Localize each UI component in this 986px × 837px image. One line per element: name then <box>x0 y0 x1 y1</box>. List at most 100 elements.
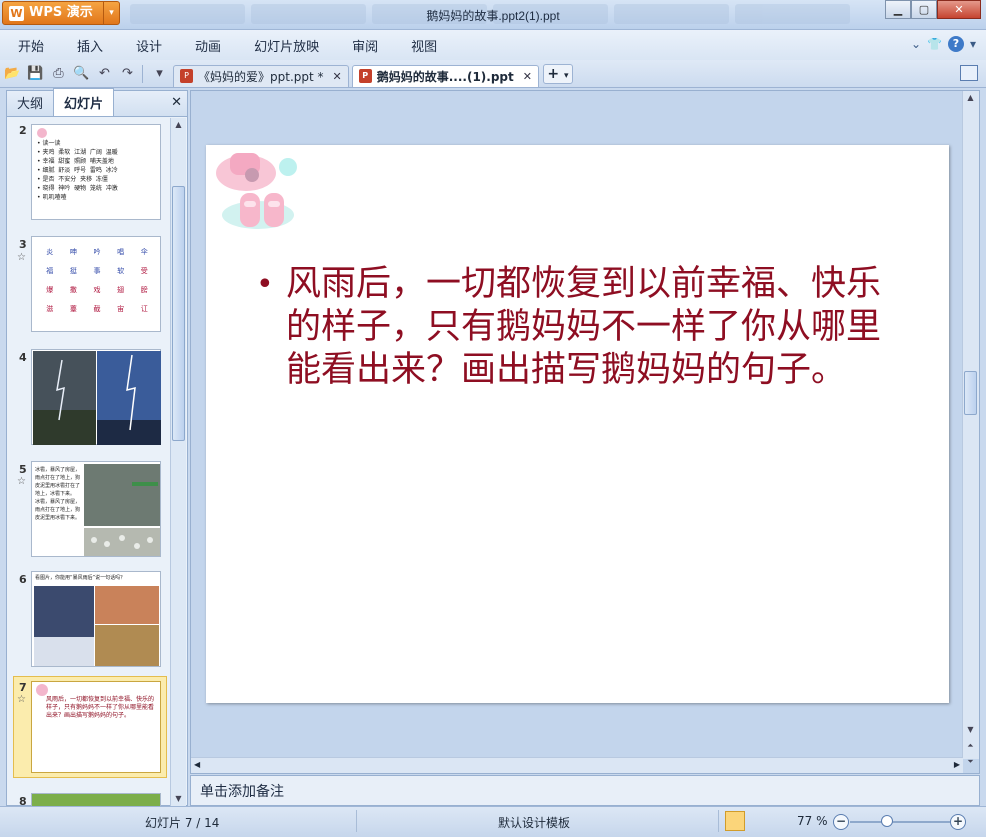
minimize-icon[interactable]: ▁ <box>885 0 911 19</box>
close-pane-icon[interactable]: ✕ <box>171 95 182 110</box>
redo-icon[interactable]: ↷ <box>117 64 138 84</box>
print-icon[interactable]: ⎙ <box>48 64 69 84</box>
slide-counter: 幻灯片 7 / 14 <box>145 816 220 830</box>
scroll-right-icon[interactable]: ▶ <box>954 758 960 772</box>
grid-char: 呻 <box>69 248 77 256</box>
tab-slides[interactable]: 幻灯片 <box>53 88 115 116</box>
open-folder-icon[interactable]: 📂 <box>2 64 23 84</box>
grid-char: 挺 <box>69 267 77 275</box>
close-tab-icon[interactable]: ✕ <box>333 70 342 83</box>
grid-char: 讧 <box>140 305 148 313</box>
slideshow-view-icon[interactable] <box>771 811 791 831</box>
grid-char: 撒 <box>69 286 77 294</box>
grid-char: 软 <box>117 267 125 275</box>
print-preview-icon[interactable]: 🔍 <box>71 64 92 84</box>
grid-char: 事 <box>93 267 101 275</box>
current-slide[interactable]: • 风雨后，一切都恢复到以前幸福、快乐的样子，只有鹅妈妈不一样了你从哪里能看出来… <box>206 145 949 703</box>
slide-body-text[interactable]: • 风雨后，一切都恢复到以前幸福、快乐的样子，只有鹅妈妈不一样了你从哪里能看出来… <box>256 263 906 392</box>
notes-pane[interactable]: 单击添加备注 <box>190 775 980 806</box>
customize-toolbar-icon[interactable]: ▾ <box>149 64 170 84</box>
scroll-up-icon[interactable]: ▲ <box>963 91 978 105</box>
previous-slide-icon[interactable]: ⏶ <box>963 739 978 753</box>
slide-thumbnail-7[interactable]: 风雨后，一切都恢复到以前幸福、快乐的样子，只有鹅妈妈不一样了你从哪里能看出来？画… <box>31 681 161 773</box>
undo-icon[interactable]: ↶ <box>94 64 115 84</box>
close-icon[interactable]: ✕ <box>937 0 981 19</box>
doc-tab-mama-love[interactable]: P 《妈妈的爱》ppt.ppt * ✕ <box>173 64 349 87</box>
menu-home[interactable]: 开始 <box>0 36 59 55</box>
tab-outline[interactable]: 大纲 <box>7 89 53 116</box>
zoom-level: 77 % <box>797 814 828 828</box>
skin-shirt-icon[interactable]: 👕 <box>927 37 942 51</box>
status-separator <box>356 810 357 832</box>
grid-char: 炎 <box>46 248 54 256</box>
slide-body-content: 风雨后，一切都恢复到以前幸福、快乐的样子，只有鹅妈妈不一样了你从哪里能看出来？画… <box>286 264 882 390</box>
design-template-label: 默认设计模板 <box>498 816 571 830</box>
grid-char: 戏 <box>93 286 101 294</box>
slide-thumbnail-3[interactable]: 炎 呻 吟 唱 伞 福 挺 事 软 受 爆 撒 戏 翅 膀 滋 薹 截 宙 讧 <box>31 236 161 332</box>
status-bar: 幻灯片 7 / 14 默认设计模板 77 % − + <box>0 806 986 837</box>
slides-pane-scrollbar[interactable]: ▲ ▼ <box>170 118 186 806</box>
menu-animation[interactable]: 动画 <box>177 36 236 55</box>
scrollbar-thumb[interactable] <box>964 371 977 415</box>
ppt-file-icon: P <box>358 69 372 83</box>
scroll-up-icon[interactable]: ▲ <box>171 118 186 132</box>
doc-tab-label: 鹅妈妈的故事....(1).ppt <box>376 69 514 84</box>
close-tab-icon[interactable]: ✕ <box>523 70 532 83</box>
grid-char: 伞 <box>140 248 148 256</box>
scroll-down-icon[interactable]: ▼ <box>963 723 978 737</box>
animation-star-icon: ☆ <box>17 694 26 705</box>
bullet-marker: • <box>256 267 274 302</box>
animation-star-icon: ☆ <box>17 476 26 487</box>
grid-char: 薹 <box>69 305 77 313</box>
save-icon[interactable]: 💾 <box>25 64 46 84</box>
new-tab-dropdown-icon[interactable]: ▾ <box>564 71 569 81</box>
menu-right-tools: ⌄ 👕 ? ▾ <box>911 36 976 52</box>
zoom-slider-handle[interactable] <box>881 815 894 827</box>
slide-thumbnail-5[interactable]: 冰雹，暴风了房屋，雨点打在了地上，狗皮泥里用冰雹打在了地上，冰雹下来。 冰雹，暴… <box>31 461 161 557</box>
zoom-out-icon[interactable]: − <box>833 814 849 830</box>
scroll-down-icon[interactable]: ▼ <box>171 792 186 806</box>
zoom-slider-track[interactable] <box>850 821 950 823</box>
menu-insert[interactable]: 插入 <box>59 36 118 55</box>
grid-char: 宙 <box>117 305 125 313</box>
zoom-in-icon[interactable]: + <box>950 814 966 830</box>
slide-sorter-view-icon[interactable] <box>748 811 768 831</box>
menu-view[interactable]: 视图 <box>393 36 452 55</box>
doc-tab-goose-mother[interactable]: P 鹅妈妈的故事....(1).ppt ✕ <box>351 64 539 87</box>
window-layout-icon[interactable] <box>960 65 978 81</box>
next-slide-icon[interactable]: ⏷ <box>963 755 978 769</box>
slide-thumbnail-list: 2 • 读一读 • 夹鸡 柔软 江湖 广阔 温暖 • 幸福 甜蜜 照顾 哺天盖地… <box>7 118 170 806</box>
slide-thumb-char-grid: 炎 呻 吟 唱 伞 福 挺 事 软 受 爆 撒 戏 翅 膀 滋 薹 截 宙 讧 <box>38 247 156 314</box>
scroll-left-icon[interactable]: ◀ <box>194 758 200 772</box>
storm-photo-thumb <box>33 351 161 445</box>
grid-char: 爆 <box>46 286 54 294</box>
grid-char: 唱 <box>117 248 125 256</box>
pane-tabs: 大纲 幻灯片 ✕ <box>7 88 187 117</box>
slide-number: 3 <box>19 238 27 251</box>
slide-thumbnail-8[interactable] <box>31 793 161 806</box>
slide-editor-vertical-scrollbar[interactable]: ▲ ▼ ⏶ ⏷ <box>962 91 979 766</box>
new-tab-button[interactable]: + ▾ <box>542 63 573 84</box>
slide-number: 6 <box>19 573 27 586</box>
notes-placeholder: 单击添加备注 <box>200 784 284 800</box>
quick-access-toolbar: 📂 💾 ⎙ 🔍 ↶ ↷ ▾ P 《妈妈的爱》ppt.ppt * ✕ P 鹅妈妈的… <box>0 60 986 88</box>
menu-review[interactable]: 审阅 <box>334 36 393 55</box>
slide-thumbnail-2[interactable]: • 读一读 • 夹鸡 柔软 江湖 广阔 温暖 • 幸福 甜蜜 照顾 哺天盖地 •… <box>31 124 161 220</box>
menu-design[interactable]: 设计 <box>118 36 177 55</box>
help-icon[interactable]: ? <box>947 36 964 52</box>
maximize-icon[interactable]: ▢ <box>911 0 937 19</box>
grid-char: 翅 <box>117 286 125 294</box>
menu-slideshow[interactable]: 幻灯片放映 <box>236 36 334 55</box>
collapse-ribbon-icon[interactable]: ⌄ <box>911 37 921 51</box>
hail-photo-thumb <box>84 464 160 556</box>
ppt-file-icon: P <box>180 69 193 83</box>
normal-view-icon[interactable] <box>725 811 745 831</box>
slide-number: 7 <box>19 681 27 694</box>
slide-thumbnail-4[interactable] <box>31 349 161 445</box>
help-dropdown-icon[interactable]: ▾ <box>970 37 976 51</box>
slide-editor-horizontal-scrollbar[interactable]: ◀ ▶ <box>191 757 963 773</box>
slide-thumbnail-6[interactable]: 看图片，你能用“暴风雨后”说一句话吗？ <box>31 571 161 667</box>
scrollbar-thumb[interactable] <box>172 186 185 441</box>
grid-char: 截 <box>93 305 101 313</box>
window-title: 鹅妈妈的故事.ppt2(1).ppt <box>426 9 560 23</box>
